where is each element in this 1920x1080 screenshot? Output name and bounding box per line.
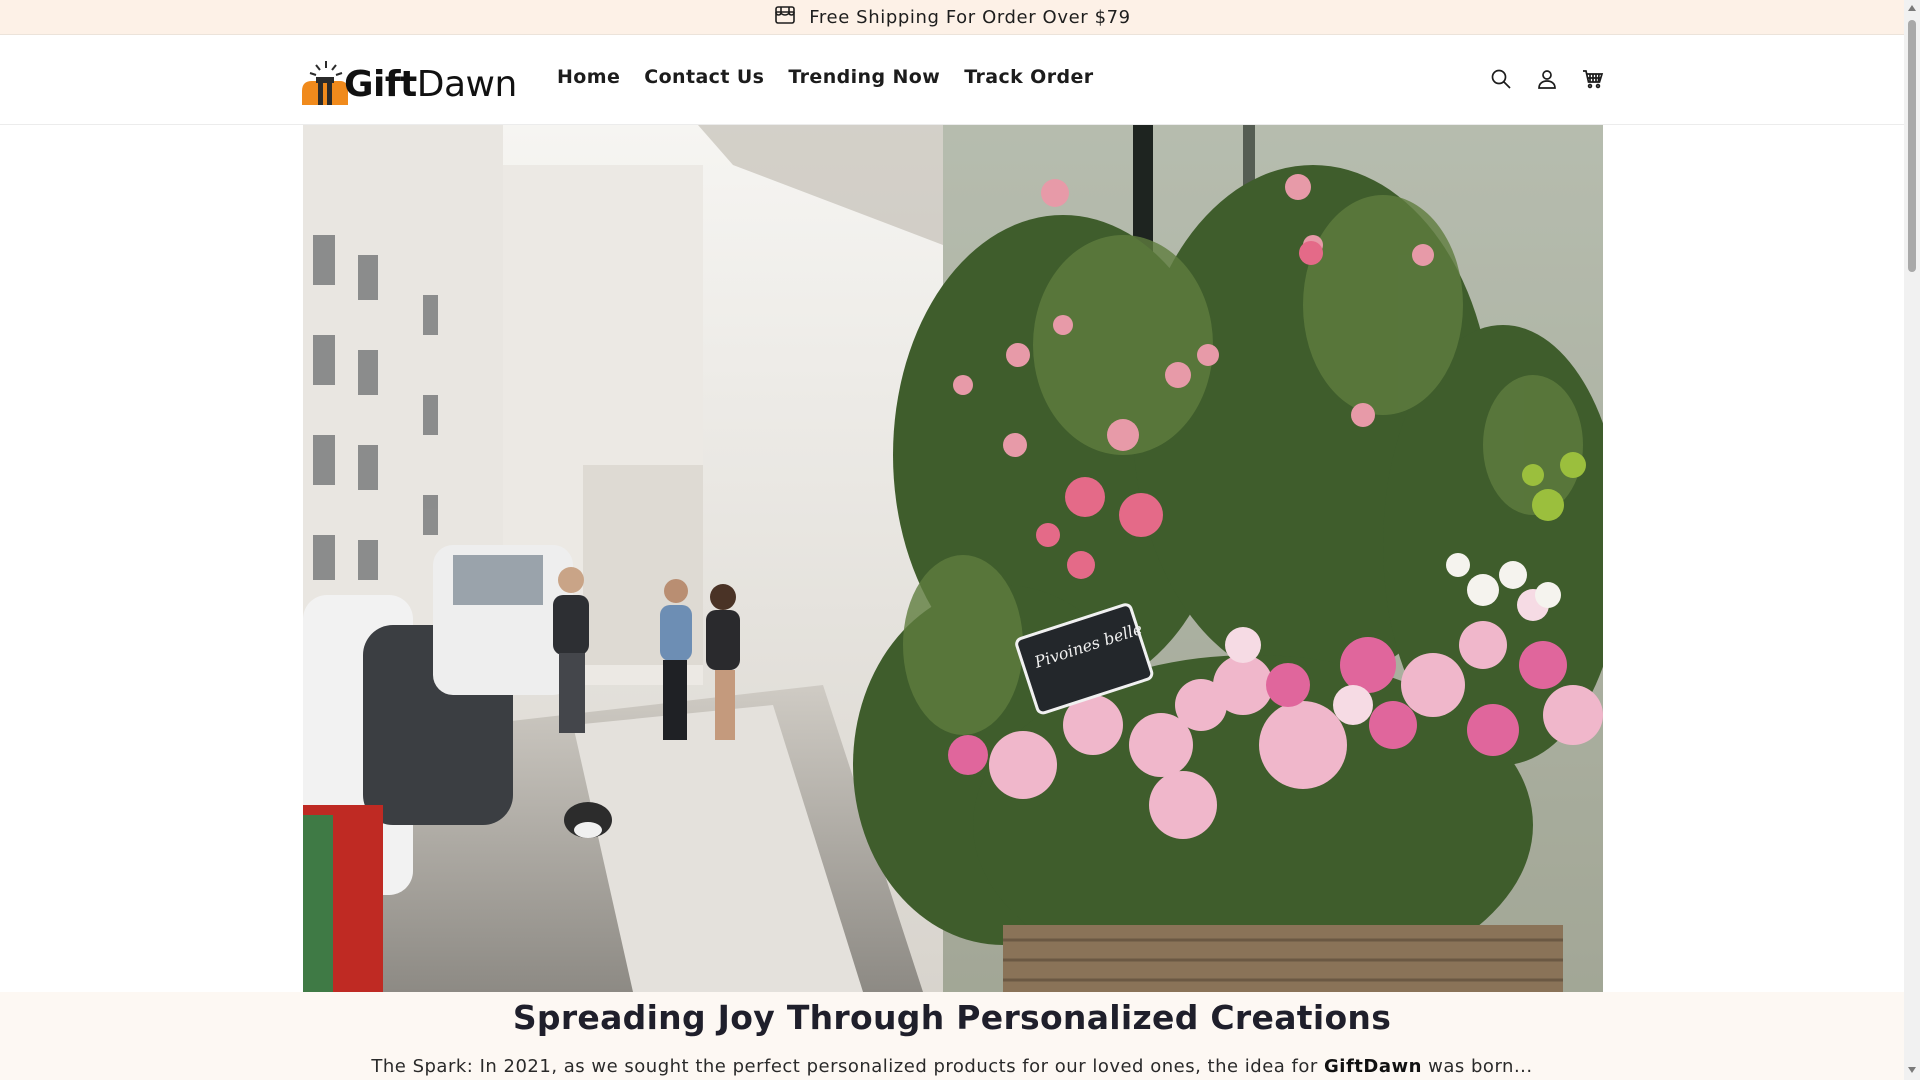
scrollbar-thumb[interactable] [1908,20,1916,272]
flower-street-photo: Pivoines belle [303,125,1603,992]
header-actions [1488,66,1606,92]
story-paragraph: The Spark: In 2021, as we sought the per… [371,1056,1533,1077]
nav-home[interactable]: Home [557,66,620,88]
account-icon[interactable] [1534,66,1560,92]
logo-wordmark: GiftDawn [344,64,517,105]
giftdawn-logo[interactable]: GiftDawn [296,55,526,105]
main-nav: Home Contact Us Trending Now Track Order [557,66,1094,88]
page-scrollbar[interactable] [1904,0,1920,1080]
hero-banner-image: Pivoines belle [303,125,1603,992]
brand-name: GiftDawn [1324,1056,1422,1077]
announcement-bar: Free Shipping For Order Over $79 [0,0,1904,35]
announcement-text: Free Shipping For Order Over $79 [809,6,1131,28]
gift-box-logo-icon [302,61,348,105]
search-icon[interactable] [1488,66,1514,92]
brand-story-section: Spreading Joy Through Personalized Creat… [0,992,1904,1080]
nav-track-order[interactable]: Track Order [964,66,1093,88]
section-title: Spreading Joy Through Personalized Creat… [512,998,1392,1037]
nav-contact-us[interactable]: Contact Us [644,66,764,88]
store-icon [773,3,797,32]
scroll-down-arrow-icon[interactable] [1907,1066,1917,1074]
cart-icon[interactable] [1580,66,1606,92]
nav-trending-now[interactable]: Trending Now [788,66,940,88]
scroll-up-arrow-icon[interactable] [1907,4,1917,12]
site-header: GiftDawn Home Contact Us Trending Now Tr… [0,35,1904,125]
